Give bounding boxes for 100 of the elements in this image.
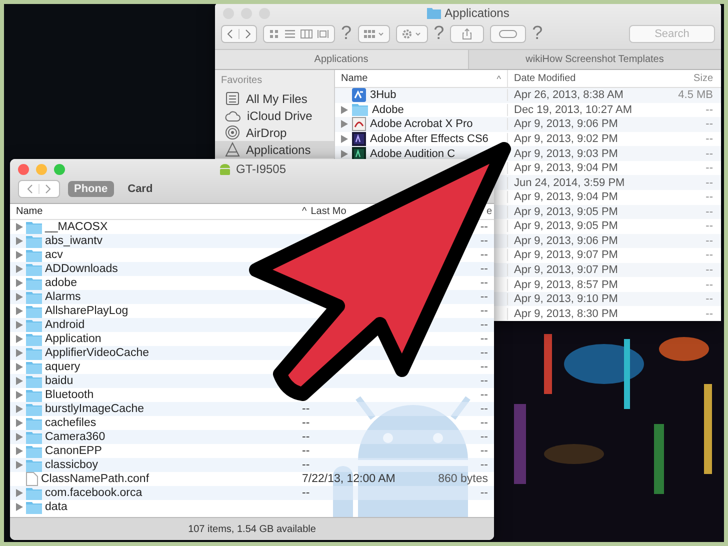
folder-icon — [26, 234, 42, 248]
folder-icon — [26, 458, 42, 472]
file-name[interactable]: Alarms — [45, 291, 81, 303]
tag-button[interactable] — [490, 25, 526, 43]
file-name[interactable]: Camera360 — [45, 431, 106, 443]
file-name[interactable]: aquery — [45, 361, 80, 373]
sort-indicator[interactable]: ^ — [302, 206, 307, 217]
file-name[interactable]: adobe — [45, 277, 77, 289]
size-cell: -- — [706, 206, 713, 218]
size-cell: -- — [706, 293, 713, 306]
window-title: Applications — [444, 6, 510, 20]
column-header[interactable]: Last Mo — [310, 206, 346, 217]
size-cell: -- — [706, 104, 713, 116]
sidebar-item[interactable]: All My Files — [215, 90, 334, 107]
date-cell: -- — [302, 403, 310, 415]
size-cell: -- — [480, 333, 488, 345]
sort-indicator[interactable]: ^ — [496, 74, 507, 84]
sidebar-item[interactable]: AirDrop — [215, 124, 334, 141]
file-name[interactable]: ApplifierVideoCache — [45, 347, 149, 359]
view-mode-icon — [268, 29, 330, 39]
date-cell: Apr 9, 2013, 9:06 PM — [514, 234, 618, 247]
size-cell: -- — [706, 162, 713, 174]
file-name[interactable]: cachefiles — [45, 417, 96, 429]
file-name[interactable]: ClassNamePath.conf — [41, 473, 150, 485]
date-cell: Apr 9, 2013, 9:05 PM — [514, 220, 618, 232]
path-tab[interactable]: Applications — [215, 50, 468, 69]
date-cell: Apr 9, 2013, 9:03 PM — [514, 148, 618, 160]
column-header[interactable]: Size — [694, 73, 713, 84]
view-mode-control[interactable] — [263, 25, 335, 43]
sidebar-item[interactable]: iCloud Drive — [215, 107, 334, 124]
close-button[interactable] — [18, 164, 29, 175]
device-tab[interactable]: Card — [122, 181, 159, 197]
size-cell: -- — [706, 176, 713, 189]
file-name[interactable]: baidu — [45, 375, 74, 387]
file-name[interactable]: classicboy — [45, 459, 98, 471]
file-name[interactable]: Adobe After Effects CS6 — [370, 132, 488, 145]
grid-icon — [362, 29, 385, 39]
window-title: GT-I9505 — [236, 162, 286, 176]
folder-icon — [26, 220, 42, 234]
folder-icon — [26, 346, 42, 360]
size-cell: -- — [706, 249, 713, 262]
size-cell: -- — [706, 264, 713, 276]
sidebar-heading: Favorites — [220, 75, 264, 88]
column-header[interactable]: e — [486, 206, 492, 217]
file-name[interactable]: com.facebook.orca — [45, 487, 142, 499]
back-forward-button[interactable] — [221, 25, 257, 43]
file-name[interactable]: 3Hub — [370, 89, 396, 102]
file-name[interactable]: burstlyImageCache — [45, 403, 144, 415]
column-header[interactable]: Date Modified — [514, 73, 576, 84]
size-cell: -- — [480, 375, 488, 387]
size-cell: -- — [480, 389, 488, 401]
zoom-button[interactable] — [54, 164, 65, 175]
chevrons-icon — [226, 29, 252, 39]
file-name[interactable]: Adobe Acrobat X Pro — [370, 118, 473, 130]
file-name[interactable]: abs_iwantv — [45, 235, 103, 247]
size-cell: 860 bytes — [438, 473, 488, 485]
file-name[interactable]: ADDownloads — [45, 263, 118, 275]
file-name[interactable]: Android — [45, 319, 85, 331]
share-button[interactable] — [450, 25, 484, 43]
search-field[interactable]: Search — [629, 25, 715, 43]
size-cell: -- — [480, 263, 488, 275]
file-name[interactable]: AllsharePlayLog — [45, 305, 128, 317]
date-cell: -- — [302, 459, 310, 471]
folder-icon — [26, 486, 42, 500]
file-name[interactable]: data — [45, 501, 68, 513]
size-cell: 4.5 MB — [678, 89, 713, 102]
folder-icon — [26, 332, 42, 346]
file-name[interactable]: CanonEPP — [45, 445, 102, 457]
file-name[interactable]: Bluetooth — [45, 389, 94, 401]
folder-icon — [26, 248, 42, 262]
size-cell: -- — [706, 308, 713, 320]
apps-icon — [225, 142, 240, 157]
cloud-icon — [225, 110, 241, 122]
date-cell: -- — [302, 417, 310, 429]
settings-button[interactable] — [396, 25, 428, 43]
file-name[interactable]: Adobe — [372, 104, 404, 116]
file-name[interactable]: Adobe Audition C — [370, 148, 456, 160]
size-cell: -- — [480, 403, 488, 415]
column-header[interactable]: Name — [341, 73, 368, 84]
file-name[interactable]: Application — [45, 333, 102, 345]
sidebar-item[interactable]: Applications — [215, 141, 334, 158]
file-name[interactable]: acv — [45, 249, 63, 261]
size-cell: -- — [706, 278, 713, 291]
size-cell: -- — [480, 347, 488, 359]
size-cell: -- — [480, 445, 488, 457]
date-cell: Apr 9, 2013, 9:07 PM — [514, 264, 618, 276]
column-header[interactable]: Name — [16, 206, 43, 217]
back-forward-button[interactable] — [18, 180, 60, 198]
folder-icon — [26, 304, 42, 318]
placeholder-mark: ? — [532, 23, 543, 45]
arrange-button[interactable] — [358, 25, 390, 43]
folder-icon — [26, 360, 42, 374]
date-cell: Apr 9, 2013, 9:07 PM — [514, 249, 618, 262]
folder-icon — [26, 500, 42, 514]
files-icon — [225, 91, 240, 106]
size-cell: -- — [480, 249, 488, 261]
date-cell: -- — [302, 445, 310, 457]
share-icon — [462, 28, 472, 40]
file-name[interactable]: __MACOSX — [45, 221, 108, 233]
path-tab[interactable]: wikiHow Screenshot Templates — [468, 50, 721, 69]
